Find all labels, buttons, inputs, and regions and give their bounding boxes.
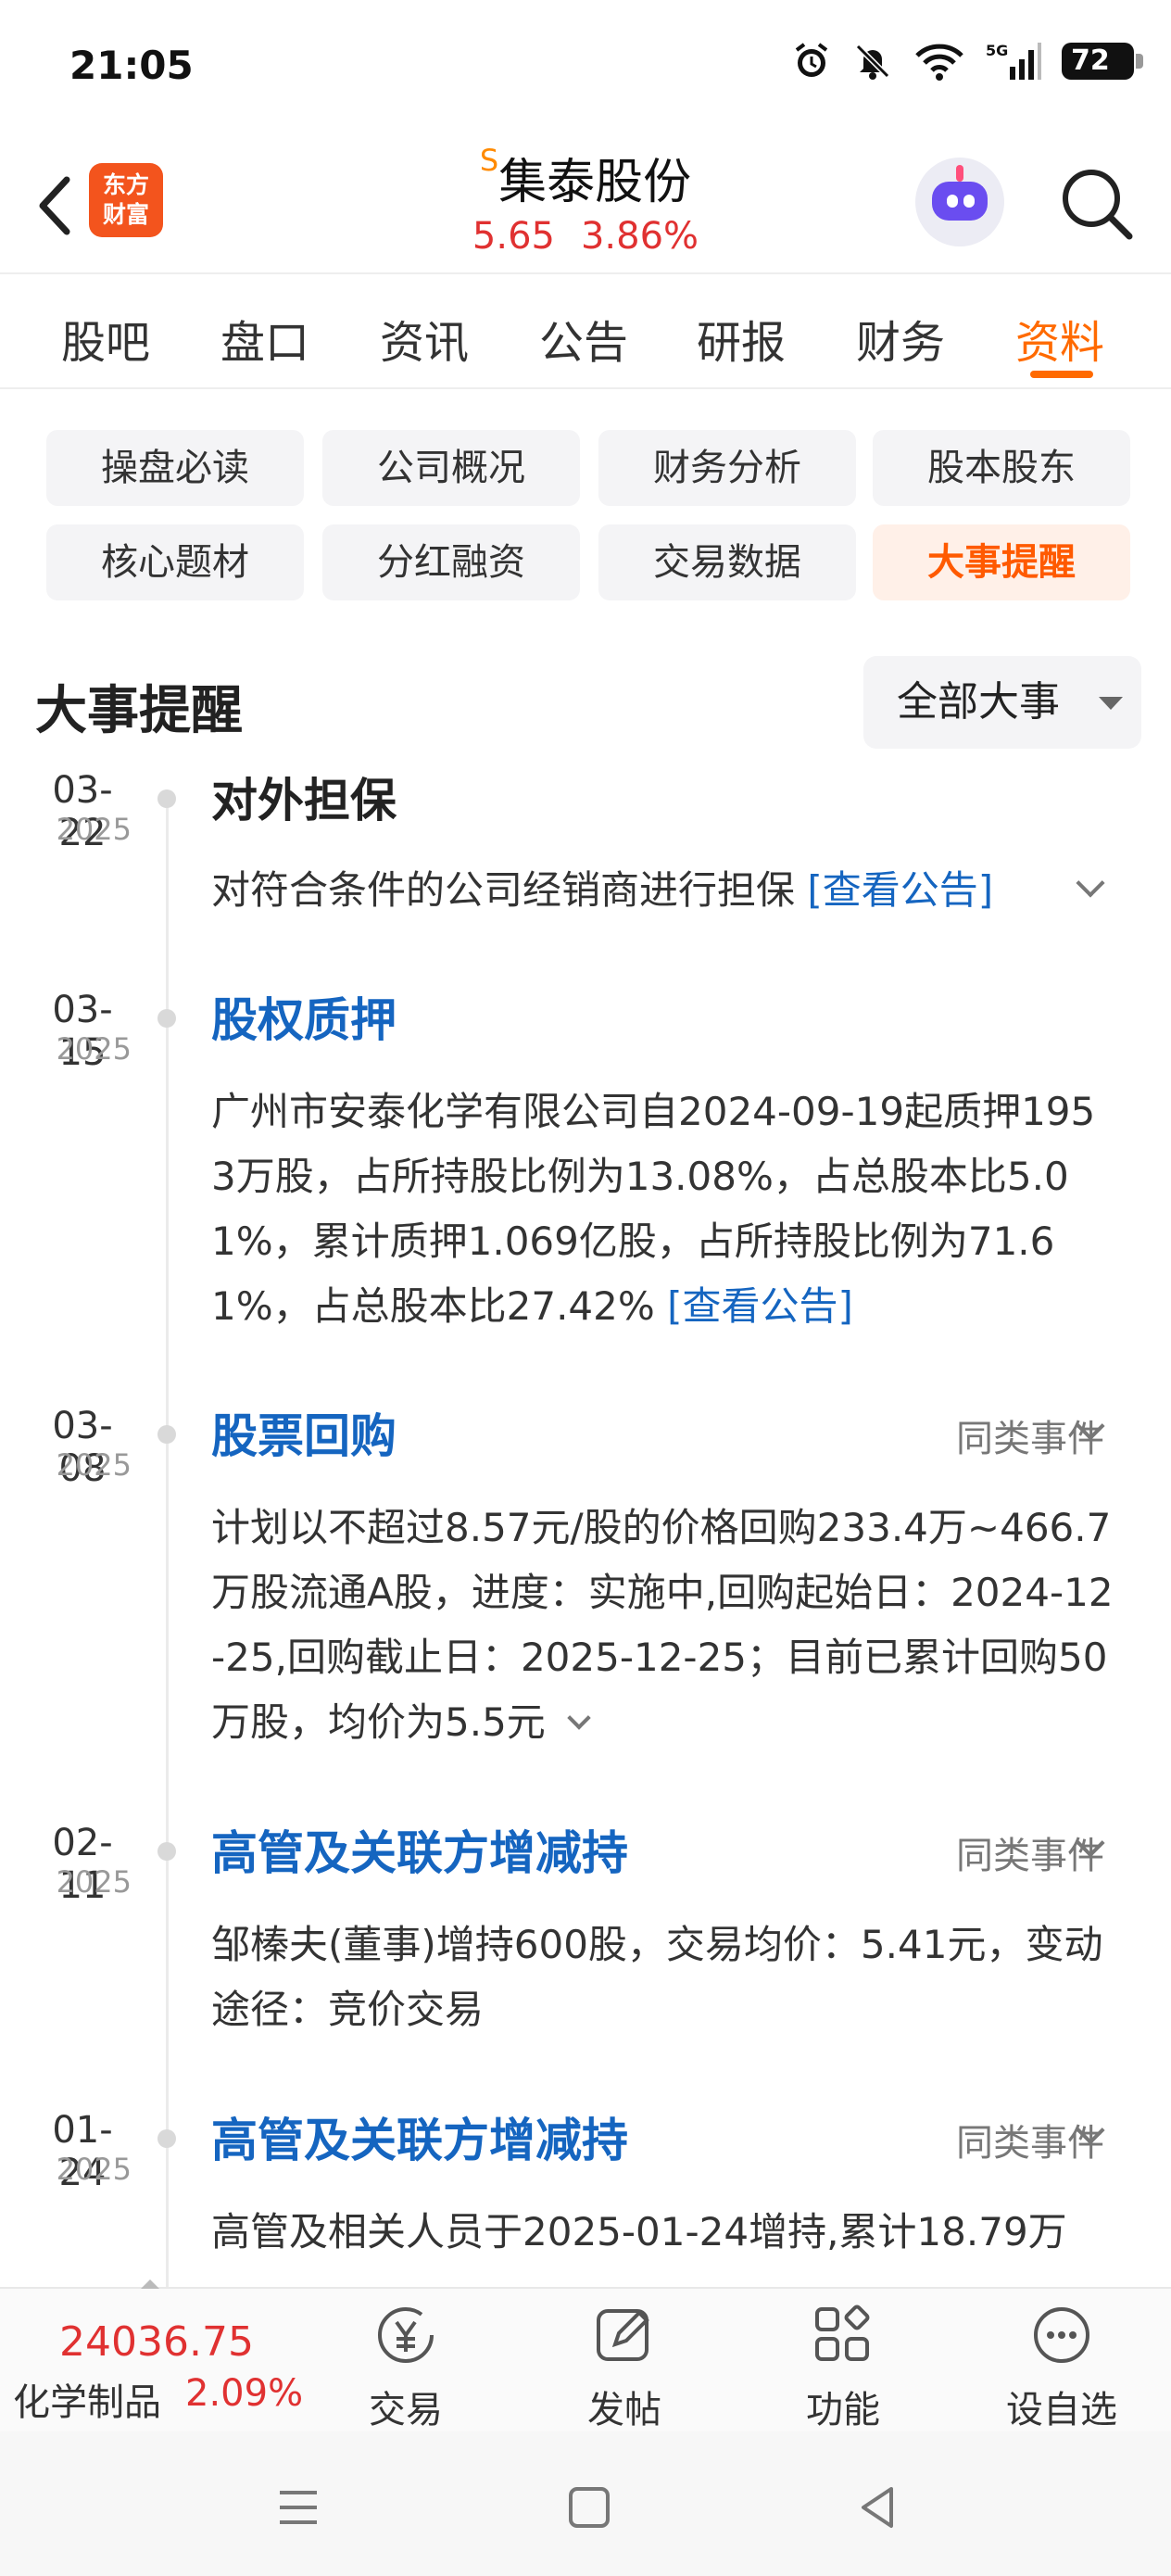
event-title-link[interactable]: 股权质押: [211, 983, 397, 1050]
event-title: 对外担保: [211, 774, 397, 827]
system-nav-bar: [0, 2431, 1171, 2576]
chip-company-overview[interactable]: 公司概况: [322, 430, 580, 506]
event-body: 高管及相关人员于2025-01-24增持,累计18.79万: [211, 2209, 1067, 2254]
chip-trading-must-read[interactable]: 操盘必读: [46, 430, 304, 506]
assistant-robot-icon[interactable]: [915, 158, 1004, 246]
search-icon[interactable]: [1054, 161, 1138, 245]
view-announcement-link[interactable]: [查看公告]: [667, 1283, 853, 1329]
event-title-link[interactable]: 高管及关联方增减持: [211, 2103, 628, 2170]
post-button[interactable]: 发帖: [550, 2298, 699, 2433]
more-dots-icon: [1034, 2307, 1089, 2363]
similar-events-link[interactable]: 同类事件: [956, 1408, 1104, 1462]
edit-post-icon: [597, 2309, 649, 2361]
status-bar: 21:05 5G 72: [0, 0, 1171, 130]
tab-guba[interactable]: 股吧: [61, 306, 150, 371]
event-title-link[interactable]: 高管及关联方增减持: [211, 1816, 628, 1883]
event-filter-dropdown[interactable]: 全部大事: [863, 656, 1141, 749]
section-title: 大事提醒: [35, 681, 243, 741]
svg-text:5G: 5G: [986, 42, 1008, 59]
alarm-icon: [795, 43, 828, 77]
view-announcement-link[interactable]: [查看公告]: [807, 867, 993, 913]
chip-major-events[interactable]: 大事提醒: [873, 524, 1130, 600]
status-icons: 5G 72: [791, 41, 1143, 82]
bell-muted-icon: [855, 44, 890, 80]
tab-research[interactable]: 研报: [697, 306, 786, 371]
expand-chevron-icon[interactable]: [567, 1706, 591, 1730]
sector-index-value[interactable]: 24036.75: [59, 2318, 254, 2366]
tab-finance[interactable]: 财务: [856, 306, 945, 371]
chip-dividends-financing[interactable]: 分红融资: [322, 524, 580, 600]
active-tab-indicator: [1030, 371, 1093, 378]
tab-profile[interactable]: 资料: [1015, 306, 1104, 371]
home-square-icon[interactable]: [561, 2480, 617, 2535]
timeline-dot: [157, 789, 176, 808]
status-time: 21:05: [69, 43, 194, 88]
s-mark-badge: S: [479, 143, 499, 178]
event-body: 计划以不超过8.57元/股的价格回购233.4万~466.7万股流通A股，进度：…: [211, 1505, 1114, 1745]
event-year: 2025: [56, 1447, 132, 1483]
event-year: 2025: [56, 2152, 132, 2187]
wifi-icon: [915, 44, 963, 81]
stock-header: 东方 财富 S集泰股份 5.65 3.86%: [0, 130, 1171, 274]
event-year: 2025: [56, 1031, 132, 1067]
chip-shareholders[interactable]: 股本股东: [873, 430, 1130, 506]
timeline-dot: [157, 1842, 176, 1861]
event-year: 2025: [56, 812, 132, 847]
event-body: 广州市安泰化学有限公司自2024-09-19起质押1953万股，占所持股比例为1…: [211, 1089, 1096, 1329]
menu-icon[interactable]: [271, 2480, 326, 2535]
yen-trade-icon: [378, 2307, 434, 2363]
event-title-link[interactable]: 股票回购: [211, 1399, 397, 1466]
main-tabs: 股吧 盘口 资讯 公告 研报 财务 资料: [0, 274, 1171, 389]
similar-events-link[interactable]: 同类事件: [956, 1825, 1104, 1879]
functions-button[interactable]: 功能: [769, 2298, 917, 2433]
timeline-dot: [157, 1425, 176, 1444]
signal-5g-icon: 5G: [986, 42, 1041, 80]
back-triangle-icon[interactable]: [850, 2480, 906, 2535]
event-filter-value: 全部大事: [897, 678, 1060, 726]
chip-financial-analysis[interactable]: 财务分析: [598, 430, 856, 506]
chip-core-themes[interactable]: 核心题材: [46, 524, 304, 600]
event-year: 2025: [56, 1864, 132, 1900]
sector-name[interactable]: 化学制品: [13, 2372, 161, 2426]
battery-icon: 72: [1062, 43, 1143, 80]
timeline-dot: [157, 2129, 176, 2148]
sector-change-pct: 2.09%: [185, 2372, 304, 2415]
event-body: 对符合条件的公司经销商进行担保 [查看公告]: [211, 867, 994, 913]
event-body: 邹榛夫(董事)增持600股，交易均价：5.41元，变动途径：竞价交易: [211, 1922, 1103, 2032]
timeline-dot: [157, 1009, 176, 1028]
tab-news[interactable]: 资讯: [380, 306, 469, 371]
stock-name: 集泰股份: [498, 155, 692, 210]
stock-price: 5.65: [472, 215, 555, 258]
tab-announcements[interactable]: 公告: [539, 306, 628, 371]
tab-pankou[interactable]: 盘口: [220, 306, 309, 371]
expand-up-icon[interactable]: [141, 2279, 159, 2289]
add-watchlist-button[interactable]: 设自选: [988, 2298, 1136, 2433]
stock-change-pct: 3.86%: [580, 215, 699, 258]
grid-function-icon: [815, 2305, 870, 2361]
trade-button[interactable]: 交易: [332, 2298, 480, 2433]
similar-events-link[interactable]: 同类事件: [956, 2113, 1104, 2166]
caret-down-icon: [1099, 697, 1123, 710]
chip-trading-data[interactable]: 交易数据: [598, 524, 856, 600]
bottom-action-bar: 24036.75 化学制品 2.09% 交易 发帖 功能 设自选: [0, 2279, 1171, 2433]
